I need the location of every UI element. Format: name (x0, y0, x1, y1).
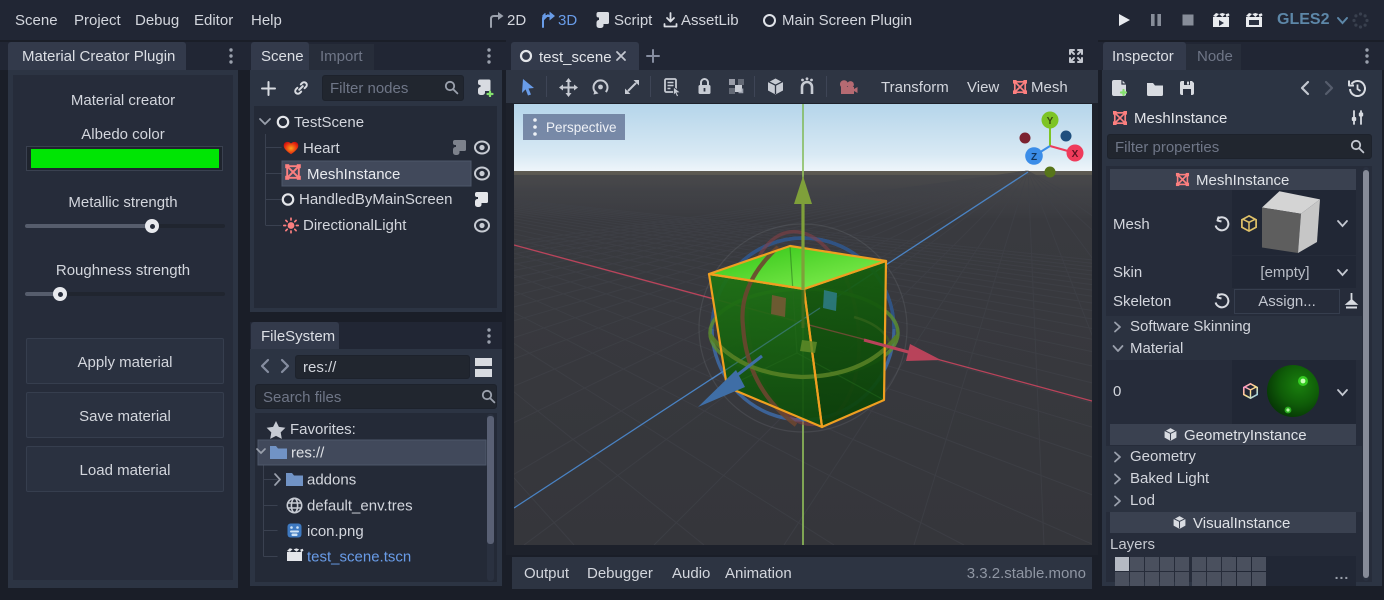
svg-text:Heart: Heart (303, 140, 341, 157)
svg-text:Perspective: Perspective (546, 120, 617, 135)
svg-text:HandledByMainScreen: HandledByMainScreen (299, 191, 452, 208)
svg-text:default_env.tres: default_env.tres (307, 498, 413, 515)
svg-text:test_scene.tscn: test_scene.tscn (307, 549, 411, 566)
svg-text:MeshInstance: MeshInstance (307, 166, 400, 183)
svg-text:Z: Z (1031, 152, 1037, 163)
svg-text:icon.png: icon.png (307, 523, 364, 540)
svg-text:DirectionalLight: DirectionalLight (303, 217, 407, 234)
svg-text:TestScene: TestScene (294, 114, 364, 131)
svg-text:X: X (1072, 149, 1079, 160)
svg-text:Favorites:: Favorites: (290, 421, 356, 438)
svg-text:Y: Y (1047, 116, 1054, 127)
svg-text:res://: res:// (291, 445, 325, 462)
svg-text:addons: addons (307, 472, 356, 489)
